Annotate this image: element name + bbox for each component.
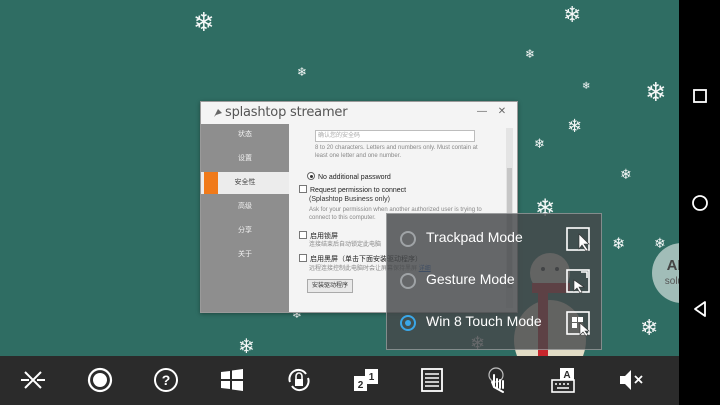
keyboard-icon: A bbox=[551, 368, 575, 393]
win8-touch-mode-icon bbox=[566, 311, 590, 337]
rotation-lock-button[interactable] bbox=[283, 364, 315, 396]
snowflake-icon: ❄ bbox=[525, 47, 536, 61]
option-subtitle: (Splashtop Business only) bbox=[309, 196, 390, 203]
mute-button[interactable] bbox=[615, 364, 647, 396]
sidebar-item-advanced[interactable]: 高级 bbox=[201, 196, 289, 218]
sidebar-item-label: 状态 bbox=[238, 131, 252, 138]
checkbox-icon bbox=[299, 185, 307, 193]
menu-list-icon bbox=[421, 368, 443, 392]
splashtop-logo-icon bbox=[214, 109, 222, 117]
snowflake-icon: ❄ bbox=[582, 81, 591, 92]
option-label: Request permission to connect bbox=[310, 187, 407, 194]
svg-text:2: 2 bbox=[358, 380, 364, 391]
settings-sidebar: 状态 设置 安全性 高级 分享 关于 bbox=[201, 124, 289, 312]
touch-mode-icon bbox=[488, 367, 504, 393]
minimize-button[interactable]: — bbox=[475, 105, 489, 119]
sidebar-item-status[interactable]: 状态 bbox=[201, 124, 289, 146]
window-titlebar[interactable]: splashtop streamer — ✕ bbox=[201, 102, 517, 124]
disconnect-icon bbox=[21, 371, 45, 389]
sidebar-item-share[interactable]: 分享 bbox=[201, 220, 289, 242]
sidebar-item-label: 安全性 bbox=[234, 179, 256, 186]
disconnect-button[interactable] bbox=[17, 364, 49, 396]
trackpad-mode-icon bbox=[566, 227, 590, 252]
sidebar-item-label: 高级 bbox=[238, 203, 252, 210]
window-title: splashtop streamer bbox=[225, 105, 348, 120]
gesture-mode-option[interactable]: Gesture Mode bbox=[387, 261, 601, 301]
monitor-switch-icon: 2 1 bbox=[354, 369, 378, 391]
radio-button-icon bbox=[400, 231, 416, 247]
touch-mode-button[interactable] bbox=[482, 364, 514, 396]
mode-label: Gesture Mode bbox=[426, 271, 515, 287]
snowflake-icon: ❄ bbox=[612, 234, 626, 253]
password-hint: 8 to 20 characters. Letters and numbers … bbox=[315, 145, 478, 159]
no-password-option[interactable]: No additional password bbox=[307, 172, 391, 182]
option-label: 启用锁屏 bbox=[310, 233, 338, 240]
svg-text:1: 1 bbox=[369, 372, 375, 383]
mute-icon bbox=[620, 370, 643, 390]
home-icon bbox=[691, 194, 708, 211]
snowflake-icon: ❄ bbox=[238, 334, 255, 356]
win8-touch-mode-option[interactable]: Win 8 Touch Mode bbox=[387, 303, 601, 343]
active-indicator bbox=[204, 172, 218, 194]
mode-label: Win 8 Touch Mode bbox=[426, 313, 542, 329]
windows-icon bbox=[221, 369, 243, 391]
splashtop-toolbar: ? 2 1 A bbox=[0, 356, 679, 405]
radio-button-icon bbox=[400, 273, 416, 289]
snowflake-icon: ❄ bbox=[297, 65, 308, 79]
sidebar-item-settings[interactable]: 设置 bbox=[201, 148, 289, 170]
snowflake-icon: ❄ bbox=[640, 316, 659, 341]
home-button[interactable] bbox=[679, 182, 720, 223]
sidebar-item-label: 设置 bbox=[238, 155, 252, 162]
sidebar-item-security[interactable]: 安全性 bbox=[201, 172, 289, 194]
record-button[interactable] bbox=[84, 364, 116, 396]
recent-apps-icon bbox=[692, 88, 707, 103]
radio-selected-icon bbox=[400, 315, 416, 331]
sidebar-item-about[interactable]: 关于 bbox=[201, 244, 289, 266]
help-button[interactable]: ? bbox=[150, 364, 182, 396]
snowflake-icon: ❄ bbox=[620, 167, 632, 183]
record-icon bbox=[87, 367, 113, 393]
android-navigation-bar bbox=[679, 0, 720, 405]
svg-text:?: ? bbox=[162, 372, 171, 388]
radio-selected-icon bbox=[307, 172, 315, 180]
snowflake-icon: ❄ bbox=[567, 116, 583, 137]
install-driver-button[interactable]: 安装驱动程序 bbox=[307, 279, 353, 293]
security-code-input[interactable]: 确认您的安全码 bbox=[315, 130, 475, 142]
mode-label: Trackpad Mode bbox=[426, 229, 523, 245]
recent-apps-button[interactable] bbox=[679, 75, 720, 116]
request-permission-option[interactable]: Request permission to connect bbox=[299, 185, 406, 195]
snowflake-icon: ❄ bbox=[534, 137, 545, 152]
input-mode-popup: Trackpad Mode Gesture Mode Win 8 Touch M… bbox=[386, 213, 602, 350]
gesture-mode-icon bbox=[566, 269, 590, 294]
snowflake-icon: ❄ bbox=[645, 78, 667, 108]
back-button[interactable] bbox=[679, 288, 720, 329]
lock-screen-option[interactable]: 启用锁屏 bbox=[299, 231, 338, 241]
sidebar-item-label: 分享 bbox=[238, 227, 252, 234]
rotation-lock-icon bbox=[288, 368, 310, 392]
help-icon: ? bbox=[154, 368, 178, 392]
menu-list-button[interactable] bbox=[416, 364, 448, 396]
snowflake-icon: ❄ bbox=[193, 8, 215, 38]
snowflake-icon: ❄ bbox=[563, 3, 582, 28]
sidebar-item-label: 关于 bbox=[238, 251, 252, 258]
keyboard-button[interactable]: A bbox=[548, 364, 580, 396]
back-icon bbox=[693, 300, 706, 317]
trackpad-mode-option[interactable]: Trackpad Mode bbox=[387, 219, 601, 259]
switch-monitor-button[interactable]: 2 1 bbox=[350, 364, 382, 396]
checkbox-icon bbox=[299, 254, 307, 262]
windows-start-button[interactable] bbox=[216, 364, 248, 396]
checkbox-icon bbox=[299, 231, 307, 239]
option-label: No additional password bbox=[318, 174, 391, 181]
close-button[interactable]: ✕ bbox=[495, 105, 509, 119]
